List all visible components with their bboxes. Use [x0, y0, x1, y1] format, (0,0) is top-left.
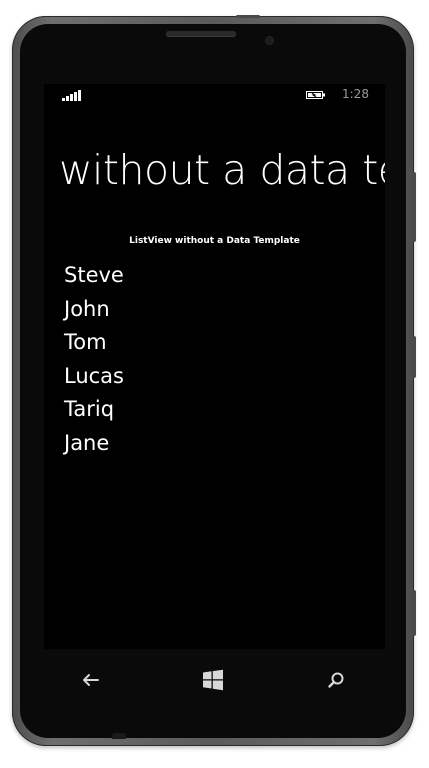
bottom-notch	[112, 733, 126, 739]
front-camera	[266, 37, 273, 44]
list-item[interactable]: Jane	[64, 428, 364, 462]
list-view-header: ListView without a Data Template	[129, 236, 300, 246]
search-button[interactable]	[322, 669, 350, 691]
page-title: without a data te	[59, 146, 385, 194]
camera-button	[412, 590, 416, 636]
status-bar: 1:28	[44, 84, 385, 106]
list-view: Steve John Tom Lucas Tariq Jane	[64, 260, 364, 461]
list-item[interactable]: Steve	[64, 260, 364, 294]
signal-icon	[62, 89, 84, 101]
volume-button	[412, 172, 416, 242]
status-time: 1:28	[342, 87, 369, 101]
phone-screen: 1:28 without a data te ListView without …	[44, 84, 385, 649]
list-item[interactable]: John	[64, 294, 364, 328]
list-item[interactable]: Lucas	[64, 361, 364, 395]
search-icon	[328, 672, 344, 688]
earpiece-speaker	[166, 31, 236, 36]
windows-start-icon	[203, 669, 223, 691]
list-item[interactable]: Tariq	[64, 394, 364, 428]
navigation-bar	[44, 649, 385, 709]
battery-icon	[306, 91, 325, 99]
start-button[interactable]	[199, 669, 227, 691]
top-button	[236, 15, 260, 18]
back-icon	[83, 674, 99, 686]
list-item[interactable]: Tom	[64, 327, 364, 361]
back-button[interactable]	[77, 669, 105, 691]
power-button	[412, 336, 416, 378]
